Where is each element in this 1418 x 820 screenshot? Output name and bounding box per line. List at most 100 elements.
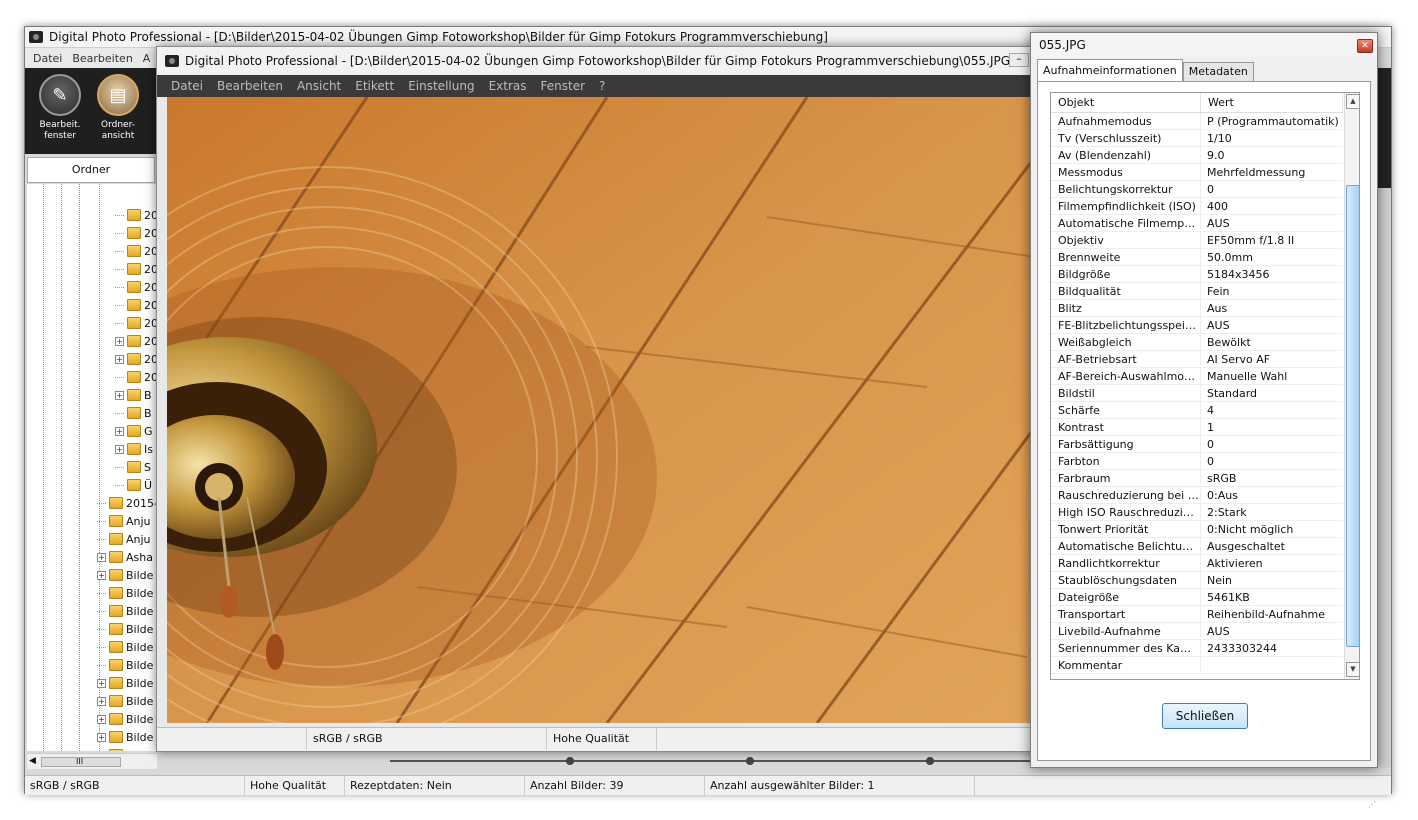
table-row[interactable]: Automatische Filmempfindli... AUS <box>1051 215 1343 232</box>
table-row[interactable]: Farbton 0 <box>1051 453 1343 470</box>
table-row[interactable]: Brennweite 50.0mm <box>1051 249 1343 266</box>
expand-plus-icon[interactable]: + <box>97 570 106 580</box>
tree-item[interactable]: + Bilde <box>97 692 153 710</box>
expand-plus-icon[interactable]: + <box>97 714 106 724</box>
tree-item[interactable]: S <box>115 458 151 476</box>
table-row[interactable]: Staublöschungsdaten Nein <box>1051 572 1343 589</box>
tree-item[interactable]: + G <box>115 422 153 440</box>
table-row[interactable]: High ISO Rauschreduzierung 2:Stark <box>1051 504 1343 521</box>
tree-item[interactable]: + Bilde <box>97 674 153 692</box>
close-button[interactable]: Schließen <box>1162 703 1248 729</box>
thumbnail-slider[interactable] <box>390 755 1030 767</box>
edit-menu-extras[interactable]: Extras <box>489 79 527 93</box>
tree-item[interactable]: 20 <box>115 314 157 332</box>
tree-item[interactable]: 20 <box>115 296 157 314</box>
tree-scroll-thumb[interactable]: III <box>41 757 121 767</box>
table-row[interactable]: Seriennummer des Kamera... 2433303244 <box>1051 640 1343 657</box>
tree-item[interactable]: B <box>115 404 152 422</box>
table-row[interactable]: Farbraum sRGB <box>1051 470 1343 487</box>
edit-menu-help[interactable]: ? <box>599 79 605 93</box>
table-row[interactable]: AF-Betriebsart AI Servo AF <box>1051 351 1343 368</box>
tree-item[interactable]: Anju <box>97 530 151 548</box>
tree-item[interactable]: 20 <box>115 278 157 296</box>
expand-plus-icon[interactable]: + <box>97 552 106 562</box>
edit-menu-bearbeiten[interactable]: Bearbeiten <box>217 79 283 93</box>
table-row[interactable]: Bildqualität Fein <box>1051 283 1343 300</box>
tree-item[interactable]: Anju <box>97 512 151 530</box>
folder-tab[interactable]: Ordner <box>27 157 155 183</box>
tree-item[interactable]: Bilde <box>97 602 153 620</box>
table-row[interactable]: Messmodus Mehrfeldmessung <box>1051 164 1343 181</box>
expand-plus-icon[interactable]: + <box>115 444 124 454</box>
table-row[interactable]: Farbsättigung 0 <box>1051 436 1343 453</box>
table-scroll-thumb[interactable] <box>1346 185 1359 647</box>
tree-item[interactable]: + Is <box>115 440 153 458</box>
column-wert[interactable]: Wert <box>1201 93 1343 113</box>
tree-item[interactable]: + Bilde <box>97 746 153 751</box>
table-row[interactable]: Av (Blendenzahl) 9.0 <box>1051 147 1343 164</box>
resize-grip-icon[interactable]: ⋰ <box>1368 800 1378 810</box>
tree-item[interactable]: Bilde <box>97 620 153 638</box>
table-row[interactable]: Bildgröße 5184x3456 <box>1051 266 1343 283</box>
table-row[interactable]: Filmempfindlichkeit (ISO) 400 <box>1051 198 1343 215</box>
expand-plus-icon[interactable]: + <box>97 750 106 751</box>
tree-item[interactable]: + Bilde <box>97 566 153 584</box>
expand-plus-icon[interactable]: + <box>97 732 106 742</box>
tree-item[interactable]: +20 <box>115 350 157 368</box>
scroll-left-arrow-icon[interactable]: ◀ <box>29 756 36 766</box>
table-row[interactable]: Weißabgleich Bewölkt <box>1051 334 1343 351</box>
expand-plus-icon[interactable]: + <box>97 696 106 706</box>
expand-plus-icon[interactable]: + <box>115 390 124 400</box>
menu-bearbeiten[interactable]: Bearbeiten <box>72 52 132 65</box>
tree-item[interactable]: 2015- <box>97 494 157 512</box>
table-row[interactable]: Tv (Verschlusszeit) 1/10 <box>1051 130 1343 147</box>
table-row[interactable]: Tonwert Priorität 0:Nicht möglich <box>1051 521 1343 538</box>
table-row[interactable]: Automatische Belichtungso... Ausgeschalte… <box>1051 538 1343 555</box>
tree-horizontal-scrollbar[interactable]: ◀ III <box>27 753 157 769</box>
table-row[interactable]: Kontrast 1 <box>1051 419 1343 436</box>
tab-aufnahmeinformationen[interactable]: Aufnahmeinformationen <box>1037 59 1183 81</box>
table-row[interactable]: Rauschreduzierung bei Lan... 0:Aus <box>1051 487 1343 504</box>
table-row[interactable]: Kommentar <box>1051 657 1343 674</box>
tree-item[interactable]: Bilde <box>97 656 153 674</box>
column-objekt[interactable]: Objekt <box>1051 93 1201 113</box>
edit-menu-einstellung[interactable]: Einstellung <box>408 79 474 93</box>
close-icon[interactable]: ✕ <box>1357 39 1373 53</box>
expand-plus-icon[interactable]: + <box>115 354 124 364</box>
tree-item[interactable]: + B <box>115 386 152 404</box>
table-row[interactable]: Livebild-Aufnahme AUS <box>1051 623 1343 640</box>
tree-item[interactable]: Ü <box>115 476 152 494</box>
table-row[interactable]: Blitz Aus <box>1051 300 1343 317</box>
tree-item[interactable]: + Asha <box>97 548 153 566</box>
edit-menu-ansicht[interactable]: Ansicht <box>297 79 341 93</box>
edit-window-button[interactable]: ✎ Bearbeit. fenster <box>35 74 85 142</box>
expand-plus-icon[interactable]: + <box>97 678 106 688</box>
tree-item[interactable]: Bilde <box>97 638 153 656</box>
menu-datei[interactable]: Datei <box>33 52 62 65</box>
tree-item[interactable]: + Bilde <box>97 728 153 746</box>
table-row[interactable]: Transportart Reihenbild-Aufnahme <box>1051 606 1343 623</box>
minimize-icon[interactable]: – <box>1009 53 1029 67</box>
table-row[interactable]: Aufnahmemodus P (Programmautomatik) <box>1051 113 1343 130</box>
table-row[interactable]: Objektiv EF50mm f/1.8 II <box>1051 232 1343 249</box>
table-row[interactable]: Schärfe 4 <box>1051 402 1343 419</box>
tree-item[interactable]: +20 <box>115 332 157 350</box>
edit-menu-etikett[interactable]: Etikett <box>355 79 394 93</box>
table-row[interactable]: FE-Blitzbelichtungsspeicher... AUS <box>1051 317 1343 334</box>
scroll-up-arrow-icon[interactable]: ▲ <box>1346 94 1359 109</box>
folder-view-button[interactable]: ▤ Ordner- ansicht <box>93 74 143 142</box>
table-row[interactable]: Belichtungskorrektur 0 <box>1051 181 1343 198</box>
table-vertical-scrollbar[interactable]: ▲ ▼ <box>1344 93 1359 679</box>
photo-preview[interactable] <box>167 97 1035 723</box>
expand-plus-icon[interactable]: + <box>115 336 124 346</box>
tree-item[interactable]: 20 <box>115 242 157 260</box>
edit-menu-fenster[interactable]: Fenster <box>541 79 586 93</box>
edit-title-bar[interactable]: Digital Photo Professional - [D:\Bilder\… <box>157 47 1053 75</box>
tree-item[interactable]: 20 <box>115 368 157 386</box>
expand-plus-icon[interactable]: + <box>115 426 124 436</box>
tree-item[interactable]: 20 <box>115 260 157 278</box>
tree-item[interactable]: + Bilde <box>97 710 153 728</box>
table-row[interactable]: Bildstil Standard <box>1051 385 1343 402</box>
tree-item[interactable]: 20 <box>115 224 157 242</box>
table-row[interactable]: AF-Bereich-Auswahlmodus Manuelle Wahl <box>1051 368 1343 385</box>
